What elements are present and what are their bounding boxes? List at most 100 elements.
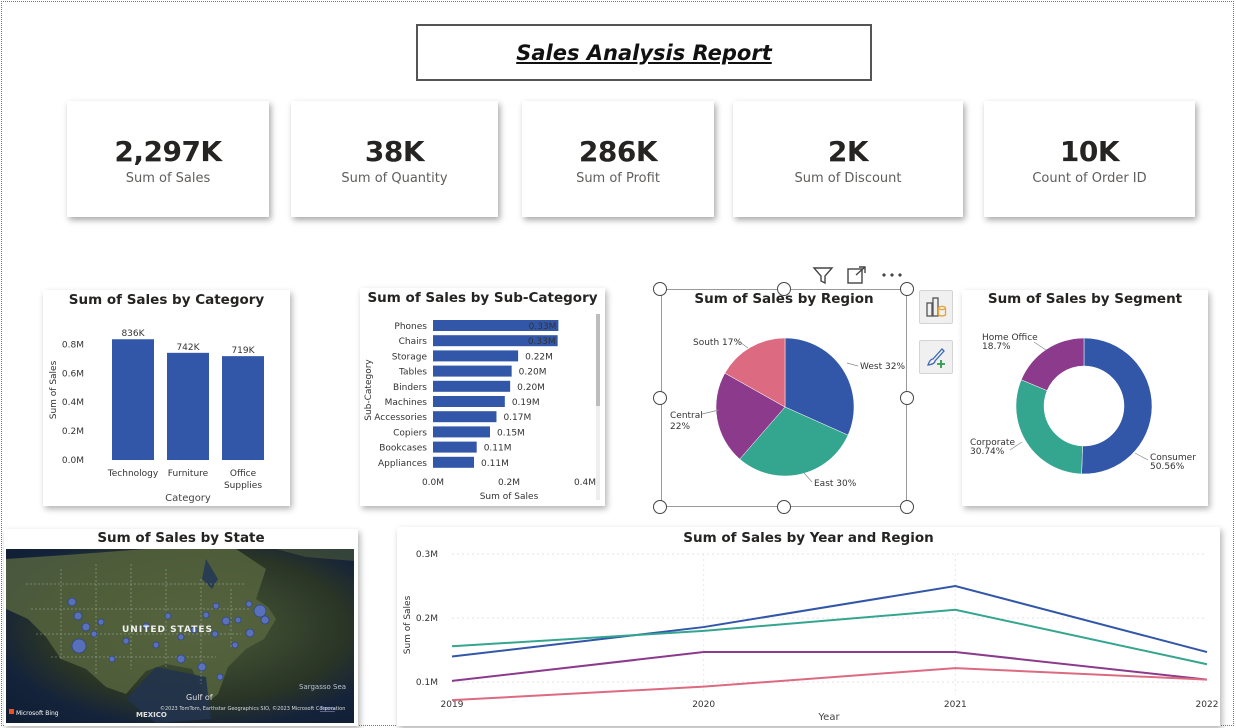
resize-handle-bottom-left[interactable] (653, 500, 667, 514)
kpi-card-order-count[interactable]: 10K Count of Order ID (984, 101, 1195, 217)
map-terms-link[interactable]: Terms (319, 706, 335, 712)
report-title-box: Sales Analysis Report (416, 24, 872, 81)
data-label: 0.22M (525, 352, 553, 362)
y-tick-label: Chairs (399, 337, 428, 347)
y-tick-label: Copiers (393, 428, 427, 438)
bar (433, 411, 497, 423)
chart-sales-by-category[interactable]: Sum of Sales by Category 0.0M 0.2M 0.4M 0.6… (43, 290, 290, 506)
y-tick-label: Binders (393, 383, 427, 393)
bar (112, 339, 154, 460)
resize-handle-bottom-right[interactable] (900, 500, 914, 514)
kpi-value: 10K (1059, 135, 1120, 168)
resize-handle-right[interactable] (900, 391, 914, 405)
map-label-us: UNITED STATES (122, 625, 213, 635)
state-bubble (260, 615, 270, 625)
data-label: 0.17M (503, 413, 531, 423)
resize-handle-left[interactable] (653, 391, 667, 405)
x-axis-label: Sum of Sales (480, 492, 539, 502)
x-tick-label: 0.2M (498, 478, 520, 488)
data-label: East 30% (814, 479, 857, 489)
bar (222, 356, 264, 460)
series-line (451, 667, 1208, 702)
data-label: Central (670, 411, 703, 421)
scrollbar-thumb (596, 314, 600, 406)
region-pie-svg: West 32% East 30% Central22% South 17% (670, 337, 905, 489)
focus-mode-icon[interactable] (846, 265, 868, 285)
state-bubble (164, 612, 172, 620)
state-bubble (221, 616, 231, 626)
format-visual-icon (927, 348, 945, 368)
y-axis-label: Sub-Category (364, 359, 374, 421)
data-label: 0.33M (529, 322, 557, 332)
build-visual-button[interactable] (919, 290, 953, 324)
category-bar-svg: 0.0M 0.2M 0.4M 0.6M 0.8MSum of Sales 836K Tech… (49, 329, 264, 504)
state-bubble (212, 602, 220, 610)
state-bubble (122, 637, 130, 645)
kpi-label: Sum of Profit (576, 171, 660, 186)
x-tick-label: 2022 (1196, 700, 1219, 710)
leader-line (1134, 452, 1149, 461)
kpi-label: Sum of Quantity (341, 171, 448, 186)
map-label-mexico: MEXICO (136, 711, 167, 719)
report-title: Sales Analysis Report (516, 40, 772, 65)
y-tick-label: 0.0M (62, 456, 84, 466)
x-tick-label: Furniture (168, 469, 209, 479)
resize-handle-bottom[interactable] (777, 500, 791, 514)
donut-slice (1020, 337, 1085, 391)
kpi-value: 2K (827, 135, 869, 168)
bar (167, 352, 209, 460)
data-label: 0.15M (497, 428, 525, 438)
bing-logo (9, 709, 14, 714)
data-label: 0.19M (512, 398, 540, 408)
resize-handle-top[interactable] (777, 282, 791, 296)
x-axis-label: Year (817, 712, 840, 723)
state-bubble (67, 597, 77, 607)
state-bubble (202, 611, 210, 619)
resize-handle-top-left[interactable] (653, 282, 667, 296)
donut-slice (1081, 337, 1153, 475)
chart-sales-by-segment[interactable]: Sum of Sales by Segment Consumer 50.56% Co… (962, 290, 1208, 506)
kpi-card-discount[interactable]: 2K Sum of Discount (733, 101, 963, 217)
y-tick-label: Storage (392, 352, 428, 362)
x-tick-label: Supplies (224, 481, 262, 491)
kpi-label: Count of Order ID (1032, 171, 1147, 186)
data-label: 0.11M (481, 459, 509, 469)
data-label: 22% (670, 422, 690, 432)
build-visual-icon (926, 297, 947, 317)
kpi-value: 2,297K (114, 135, 222, 168)
state-bubble (176, 654, 186, 664)
y-tick-label: 0.4M (62, 398, 84, 408)
y-tick-label: 0.1M (416, 678, 438, 688)
state-map[interactable]: UNITED STATES Gulf of MEXICO Sargasso Se… (6, 549, 354, 723)
filter-icon[interactable] (812, 265, 834, 285)
state-bubble (245, 628, 255, 638)
chart-title: Sum of Sales by State (97, 530, 265, 546)
kpi-value: 286K (578, 135, 658, 168)
bar (433, 365, 512, 377)
y-tick-label: Tables (398, 368, 427, 378)
data-label: 836K (121, 329, 145, 339)
data-label: 742K (176, 343, 200, 353)
state-bubble (90, 630, 98, 638)
kpi-label: Sum of Sales (125, 171, 211, 186)
bar (433, 396, 505, 407)
chart-sales-by-region[interactable]: Sum of Sales by Region West 32% East 30% C… (661, 289, 907, 507)
kpi-card-quantity[interactable]: 38K Sum of Quantity (291, 101, 498, 217)
y-tick-label: 0.2M (416, 614, 438, 624)
data-label: South 17% (693, 338, 742, 348)
kpi-card-profit[interactable]: 286K Sum of Profit (522, 101, 714, 217)
y-tick-label: 0.2M (62, 427, 84, 437)
state-bubble (71, 638, 87, 654)
format-visual-button[interactable] (919, 340, 953, 374)
x-tick-label: 2020 (692, 700, 715, 710)
state-bubble (245, 600, 253, 608)
more-options-icon[interactable] (880, 265, 904, 285)
map-bing-credit: Microsoft Bing (16, 710, 59, 717)
chart-sales-by-subcategory[interactable]: Sum of Sales by Sub-Category Phones 0.33M… (360, 288, 605, 506)
chart-sales-by-year-region[interactable]: Sum of Sales by Year and Region 0.1M 0.2M… (397, 527, 1220, 726)
state-bubble (73, 611, 83, 621)
state-bubble (97, 618, 105, 626)
leader-line (1033, 341, 1047, 351)
kpi-card-sales[interactable]: 2,297K Sum of Sales (67, 101, 269, 217)
x-tick-label: 2019 (441, 700, 464, 710)
